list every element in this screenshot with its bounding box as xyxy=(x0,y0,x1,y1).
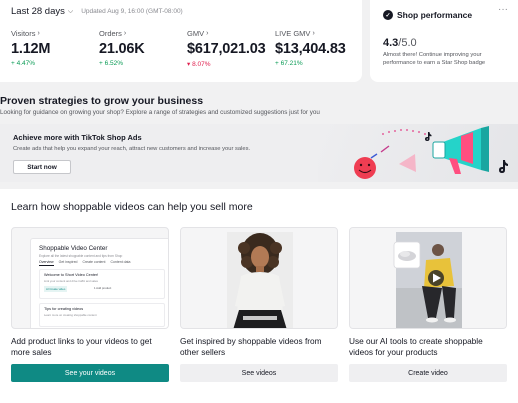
mock-welcome-box: Welcome to Short Video Center! Link your… xyxy=(39,269,165,299)
video-card-text: Get inspired by shoppable videos from ot… xyxy=(180,336,322,357)
mock-subtitle: Explore all the latest shoppable content… xyxy=(39,254,123,258)
shop-performance-description: Almost there! Continue improving your pe… xyxy=(383,52,486,66)
metric-visitors[interactable]: Visitors › 1.12M + 4.47% xyxy=(11,29,51,67)
mock-title: Shoppable Video Center xyxy=(39,245,108,252)
date-range-label: Last 28 days xyxy=(11,6,65,17)
metric-value: $617,021.03 xyxy=(187,41,266,57)
mock-tabs: Overview Get inspired Create content Con… xyxy=(39,260,130,266)
decor-stick xyxy=(380,145,390,153)
metrics-card: Last 28 days ⌵ Updated Aug 9, 16:00 (GMT… xyxy=(0,0,362,82)
metric-value: $13,404.83 xyxy=(275,41,346,57)
more-options-icon[interactable]: ··· xyxy=(498,4,508,15)
metric-value: 21.06K xyxy=(99,41,145,57)
metric-label: GMV xyxy=(187,29,205,38)
video-card-text: Add product links to your videos to get … xyxy=(11,336,152,357)
video-card-add-links: Shoppable Video Center Explore all the l… xyxy=(11,227,169,388)
metric-label: LIVE GMV xyxy=(275,29,311,38)
mock-tab: Create content xyxy=(82,260,106,264)
video-card-ai-tools: Use our AI tools to create shoppable vid… xyxy=(349,227,507,388)
shop-score: 4.3/5.0 xyxy=(383,37,417,49)
mock-tab: Content data xyxy=(110,260,131,264)
mock-box-line: Link your content and drive traffic and … xyxy=(44,279,98,283)
metric-orders[interactable]: Orders › 21.06K + 6.52% xyxy=(99,29,145,67)
mock-tab: Overview xyxy=(39,260,54,266)
metric-value: 1.12M xyxy=(11,41,51,57)
chevron-right-icon: › xyxy=(37,30,40,37)
video-center-mockup: Shoppable Video Center Explore all the l… xyxy=(30,238,168,328)
chevron-right-icon: › xyxy=(206,30,209,37)
chevron-down-icon: ⌵ xyxy=(67,7,74,15)
date-range-select[interactable]: Last 28 days ⌵ xyxy=(11,6,73,17)
ai-video-preview[interactable] xyxy=(349,227,507,329)
metric-live-gmv[interactable]: LIVE GMV › $13,404.83 + 67.21% xyxy=(275,29,346,67)
metric-label: Orders xyxy=(99,29,122,38)
dotted-arc xyxy=(382,129,426,135)
strategies-subtitle: Looking for guidance on growing your sho… xyxy=(0,109,320,116)
ai-video-image xyxy=(350,228,506,328)
metric-delta: ▾ 8.07% xyxy=(187,61,211,68)
chevron-right-icon: › xyxy=(312,30,315,37)
chevron-right-icon: › xyxy=(123,30,127,37)
video-card-inspiration: Get inspired by shoppable videos from ot… xyxy=(180,227,338,388)
metric-gmv[interactable]: GMV › $617,021.03 ▾ 8.07% xyxy=(187,29,266,68)
decor-cone xyxy=(399,154,416,172)
mock-chip: 1 Add product xyxy=(94,286,112,290)
metric-delta: + 4.47% xyxy=(11,60,36,67)
start-now-button[interactable]: Start now xyxy=(13,160,71,174)
mock-box-title: Tips for creating videos xyxy=(44,307,84,311)
ads-banner-description: Create ads that help you expand your rea… xyxy=(13,146,251,152)
decor-stick xyxy=(370,153,378,159)
ads-illustration xyxy=(354,126,508,179)
smiley-icon xyxy=(354,157,376,179)
see-your-videos-button[interactable]: See your videos xyxy=(11,364,169,382)
video-center-preview[interactable]: Shoppable Video Center Explore all the l… xyxy=(11,227,169,329)
woman-photo-image xyxy=(181,228,337,328)
ads-banner-title: Achieve more with TikTok Shop Ads xyxy=(13,133,142,142)
tiktok-logo-small-icon xyxy=(425,132,432,141)
video-card-text: Use our AI tools to create shoppable vid… xyxy=(349,336,483,357)
megaphone-icon xyxy=(432,126,489,174)
seller-video-preview[interactable] xyxy=(180,227,338,329)
learn-title: Learn how shoppable videos can help you … xyxy=(11,201,253,213)
shop-performance-card[interactable]: ✓ Shop performance ··· 4.3/5.0 Almost th… xyxy=(370,0,518,82)
updated-timestamp: Updated Aug 9, 16:00 (GMT-08:00) xyxy=(81,8,183,15)
shop-performance-title: Shop performance xyxy=(397,10,473,20)
shop-score-value: 4.3 xyxy=(383,37,399,49)
tiktok-logo-icon xyxy=(499,160,508,173)
create-video-button[interactable]: Create video xyxy=(349,364,507,382)
mock-box-line: Learn more on creating shoppable content xyxy=(44,313,97,317)
ads-banner: Achieve more with TikTok Shop Ads Create… xyxy=(0,124,518,182)
strategies-title: Proven strategies to grow your business xyxy=(0,95,204,107)
shop-score-max: /5.0 xyxy=(398,37,417,49)
shop-badge-icon: ✓ xyxy=(383,10,393,20)
see-videos-button[interactable]: See videos xyxy=(180,364,338,382)
mock-tab: Get inspired xyxy=(58,260,78,264)
mock-tips-box: Tips for creating videos Learn more on c… xyxy=(39,303,165,327)
metric-delta: + 6.52% xyxy=(99,60,124,67)
learn-panel: Learn how shoppable videos can help you … xyxy=(0,189,518,403)
date-row: Last 28 days ⌵ Updated Aug 9, 16:00 (GMT… xyxy=(11,6,183,17)
play-icon xyxy=(428,270,444,286)
mock-chip: AI Create video xyxy=(44,286,68,292)
shop-performance-header: ✓ Shop performance xyxy=(383,10,472,20)
metric-label: Visitors xyxy=(11,29,36,38)
mock-box-title: Welcome to Short Video Center! xyxy=(44,273,99,277)
metric-delta: + 67.21% xyxy=(275,60,303,67)
